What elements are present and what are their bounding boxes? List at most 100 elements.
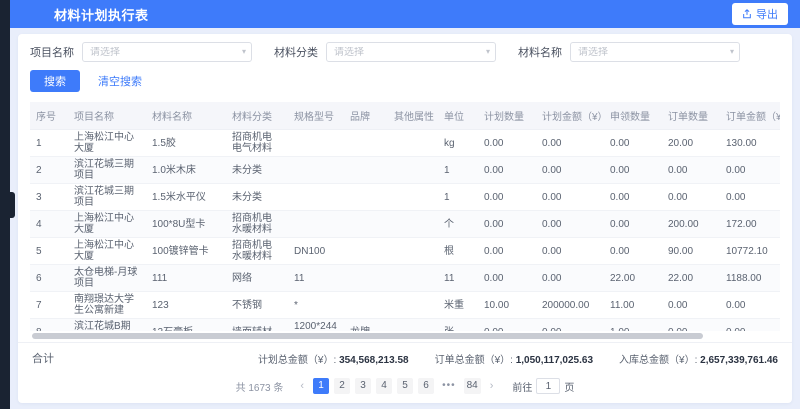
summary-total-label: 计划总金额（¥）: — [258, 355, 339, 366]
table-row: 4上海松江中心大厦100*8U型卡招商机电 水暖材料个0.000.000.002… — [30, 211, 780, 238]
sidebar-expand-handle[interactable] — [10, 192, 15, 218]
summary-totals: 计划总金额（¥）: 354,568,213.58订单总金额（¥）: 1,050,… — [258, 351, 778, 366]
goto-page-input[interactable] — [536, 378, 560, 394]
table-cell — [344, 157, 388, 184]
table-cell: 0.00 — [536, 238, 604, 265]
table-cell: 0.00 — [478, 319, 536, 332]
table-cell: 1 — [30, 130, 68, 157]
table-cell: 龙牌 — [344, 319, 388, 332]
clear-search-link[interactable]: 清空搜索 — [98, 73, 142, 89]
column-header: 项目名称 — [68, 102, 146, 130]
collapsed-sidebar — [0, 0, 10, 409]
table-cell: 0.00 — [662, 184, 720, 211]
prev-page-icon[interactable]: ‹ — [296, 380, 308, 392]
filter-label: 项目名称 — [30, 44, 74, 60]
table-cell — [344, 265, 388, 292]
filter-group: 材料名称▾ — [518, 42, 740, 62]
table-cell — [388, 265, 438, 292]
table-cell — [344, 184, 388, 211]
summary-row-label: 合计 — [32, 350, 54, 366]
table-cell: 200.00 — [662, 211, 720, 238]
table-cell: 0.00 — [478, 130, 536, 157]
page-button[interactable]: 4 — [376, 378, 392, 394]
table-cell: 100镀锌管卡 — [146, 238, 226, 265]
table-cell — [388, 238, 438, 265]
table-cell: 0.00 — [662, 319, 720, 332]
search-button[interactable]: 搜索 — [30, 70, 80, 92]
table-row: 7南翔璟达大学生公寓新建123不锈钢*米重10.00200000.0011.00… — [30, 292, 780, 319]
column-header: 计划金额（¥） — [536, 102, 604, 130]
table-cell — [344, 211, 388, 238]
table-cell: 0.00 — [720, 184, 780, 211]
table-cell: 1188.00 — [720, 265, 780, 292]
table-cell: 200000.00 — [536, 292, 604, 319]
table-cell: 0.00 — [662, 157, 720, 184]
export-button[interactable]: 导出 — [732, 3, 788, 25]
column-header: 申领数量 — [604, 102, 662, 130]
filter-fields: 项目名称▾材料分类▾材料名称▾ — [30, 42, 780, 62]
pagination-ellipsis: ••• — [439, 378, 459, 394]
table-cell: 0.00 — [478, 238, 536, 265]
table-cell: 网络 — [226, 265, 288, 292]
page-button[interactable]: 84 — [464, 378, 481, 394]
table-cell: 5 — [30, 238, 68, 265]
column-header: 计划数量 — [478, 102, 536, 130]
table-cell: 上海松江中心大厦 — [68, 211, 146, 238]
filter-area: 项目名称▾材料分类▾材料名称▾ 搜索 清空搜索 — [18, 34, 792, 98]
page-button[interactable]: 6 — [418, 378, 434, 394]
select-material-category[interactable]: ▾ — [326, 42, 496, 62]
table-cell: 滨江花城三期项目 — [68, 157, 146, 184]
table-cell: 1 — [438, 157, 478, 184]
table-cell: 22.00 — [604, 265, 662, 292]
table-cell: 0.00 — [478, 157, 536, 184]
table-cell: 根 — [438, 238, 478, 265]
horizontal-scrollbar[interactable] — [32, 333, 778, 339]
page-button[interactable]: 1 — [313, 378, 329, 394]
table-cell: 招商机电 水暖材料 — [226, 238, 288, 265]
table-cell: 0.00 — [720, 157, 780, 184]
table-cell: 0.00 — [720, 292, 780, 319]
table-cell — [344, 238, 388, 265]
content-card: 项目名称▾材料分类▾材料名称▾ 搜索 清空搜索 序号项目名称材料名称材料分类规格… — [18, 34, 792, 403]
page-button[interactable]: 5 — [397, 378, 413, 394]
table-cell: 未分类 — [226, 157, 288, 184]
table-cell: 0.00 — [478, 211, 536, 238]
table-cell: DN100 — [288, 238, 344, 265]
table-cell: 南翔璟达大学生公寓新建 — [68, 292, 146, 319]
pagination-pages: 123456 ••• 84 — [313, 378, 481, 394]
next-page-icon[interactable]: › — [486, 380, 498, 392]
select-material-name[interactable]: ▾ — [570, 42, 740, 62]
select-input[interactable] — [90, 47, 235, 58]
table-cell: 0.00 — [720, 319, 780, 332]
table-cell — [344, 130, 388, 157]
table-cell: 0.00 — [536, 319, 604, 332]
table-cell: 10.00 — [478, 292, 536, 319]
table-cell: 0.00 — [478, 184, 536, 211]
select-project-name[interactable]: ▾ — [82, 42, 252, 62]
column-header: 品牌 — [344, 102, 388, 130]
table-cell: 0.00 — [604, 238, 662, 265]
page-button[interactable]: 3 — [355, 378, 371, 394]
table-cell — [388, 292, 438, 319]
page-button[interactable]: 2 — [334, 378, 350, 394]
select-input[interactable] — [334, 47, 479, 58]
table-cell: 0.00 — [536, 265, 604, 292]
goto-prefix-label: 前往 — [512, 379, 532, 394]
table-cell: 个 — [438, 211, 478, 238]
table-cell: 0.00 — [536, 130, 604, 157]
table-cell: 6 — [30, 265, 68, 292]
table-cell: 100*8U型卡 — [146, 211, 226, 238]
column-header: 材料分类 — [226, 102, 288, 130]
table-cell: 0.00 — [536, 184, 604, 211]
summary-row: 合计 计划总金额（¥）: 354,568,213.58订单总金额（¥）: 1,0… — [18, 342, 792, 373]
table-cell: 111 — [146, 265, 226, 292]
table-cell: 上海松江中心大厦 — [68, 238, 146, 265]
select-input[interactable] — [578, 47, 723, 58]
scrollbar-thumb[interactable] — [32, 333, 703, 339]
table-cell: 1.0米木床 — [146, 157, 226, 184]
summary-total: 订单总金额（¥）: 1,050,117,025.63 — [435, 351, 593, 366]
table-body: 1上海松江中心大厦1.5胶招商机电 电气材料kg0.000.000.0020.0… — [30, 130, 780, 332]
table-row: 5上海松江中心大厦100镀锌管卡招商机电 水暖材料DN100根0.000.000… — [30, 238, 780, 265]
summary-total-value: 1,050,117,025.63 — [516, 355, 593, 366]
table-cell: 未分类 — [226, 184, 288, 211]
